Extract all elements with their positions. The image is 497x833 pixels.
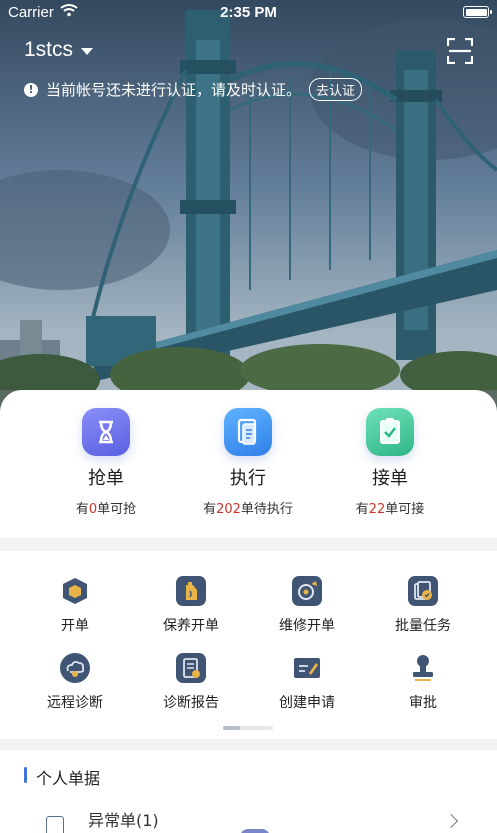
section-title: 个人单据 bbox=[36, 769, 101, 788]
scan-icon[interactable] bbox=[447, 38, 473, 64]
grid-item-label: 开单 bbox=[61, 618, 89, 634]
notice-text: 当前帐号还未进行认证，请及时认证。 bbox=[46, 81, 302, 99]
hero-background bbox=[0, 0, 497, 420]
page-indicator bbox=[223, 726, 273, 730]
bridge-image bbox=[0, 0, 497, 420]
grid-item-label: 维修开单 bbox=[279, 618, 335, 634]
grid-item-repair-order[interactable]: 维修开单 bbox=[245, 576, 369, 635]
grid-item-label: 远程诊断 bbox=[47, 695, 103, 711]
cloud-diagnose-icon bbox=[60, 653, 90, 683]
grid-item-maintenance-order[interactable]: 保养开单 bbox=[129, 576, 253, 635]
grid-item-remote-diagnosis[interactable]: 远程诊断 bbox=[13, 653, 137, 712]
document-icon bbox=[46, 816, 64, 833]
quick-action-title: 接单 bbox=[372, 468, 408, 489]
clipboard-check-icon bbox=[366, 408, 414, 456]
quick-action-subtitle: 有22单可接 bbox=[355, 502, 425, 517]
quick-action-title: 抢单 bbox=[88, 468, 124, 489]
quick-action-accept[interactable]: 接单 有22单可接 bbox=[330, 408, 450, 517]
status-bar: Carrier 2:35 PM bbox=[0, 0, 497, 26]
verification-notice: ! 当前帐号还未进行认证，请及时认证。 去认证 bbox=[24, 78, 363, 101]
tab-bar-button[interactable] bbox=[240, 829, 270, 833]
account-switcher[interactable]: 1stcs bbox=[24, 38, 94, 62]
verify-button[interactable]: 去认证 bbox=[309, 78, 363, 101]
edit-card-icon bbox=[292, 653, 322, 683]
count: 202 bbox=[216, 502, 241, 517]
chevron-right-icon[interactable] bbox=[443, 813, 459, 829]
stamp-icon bbox=[408, 653, 438, 683]
clock: 2:35 PM bbox=[220, 4, 277, 21]
grid-item-label: 审批 bbox=[409, 695, 437, 711]
grid-item-label: 创建申请 bbox=[279, 695, 335, 711]
grid-item-diagnosis-report[interactable]: 诊断报告 bbox=[129, 653, 253, 712]
exception-order-row[interactable]: 异常单(1) bbox=[88, 807, 159, 831]
count: 0 bbox=[88, 502, 98, 517]
battery-icon bbox=[463, 6, 492, 18]
grid-item-label: 保养开单 bbox=[163, 618, 219, 634]
oil-bottle-icon bbox=[176, 576, 206, 606]
quick-action-title: 执行 bbox=[230, 468, 266, 489]
count: 22 bbox=[368, 502, 386, 517]
quick-action-grab[interactable]: 抢单 有0单可抢 bbox=[46, 408, 166, 517]
quick-action-execute[interactable]: 执行 有202单待执行 bbox=[188, 408, 308, 517]
grid-item-label: 批量任务 bbox=[395, 618, 451, 634]
function-grid: 开单 保养开单 维修开单 批量任务 远程诊断 诊断报告 创建申请 审批 bbox=[0, 551, 497, 739]
alert-icon: ! bbox=[24, 82, 38, 97]
grid-item-approval[interactable]: 审批 bbox=[361, 653, 485, 712]
section-marker bbox=[24, 767, 27, 783]
quick-action-subtitle: 有0单可抢 bbox=[75, 502, 137, 517]
quick-actions-card: 抢单 有0单可抢 执行 有202单待执行 接单 有22单可接 bbox=[0, 390, 497, 538]
personal-documents-section: 个人单据 异常单(1) bbox=[0, 750, 497, 833]
grid-item-open-order[interactable]: 开单 bbox=[13, 576, 137, 635]
account-name: 1stcs bbox=[24, 38, 74, 61]
grid-item-label: 诊断报告 bbox=[163, 695, 219, 711]
grid-item-batch-tasks[interactable]: 批量任务 bbox=[361, 576, 485, 635]
quick-action-subtitle: 有202单待执行 bbox=[203, 502, 293, 517]
hourglass-icon bbox=[82, 408, 130, 456]
hexagon-icon bbox=[60, 576, 90, 606]
batch-tasks-icon bbox=[408, 576, 438, 606]
clipboard-icon bbox=[224, 408, 272, 456]
caret-down-icon bbox=[81, 47, 94, 55]
grid-item-create-application[interactable]: 创建申请 bbox=[245, 653, 369, 712]
report-icon bbox=[176, 653, 206, 683]
repair-icon bbox=[292, 576, 322, 606]
